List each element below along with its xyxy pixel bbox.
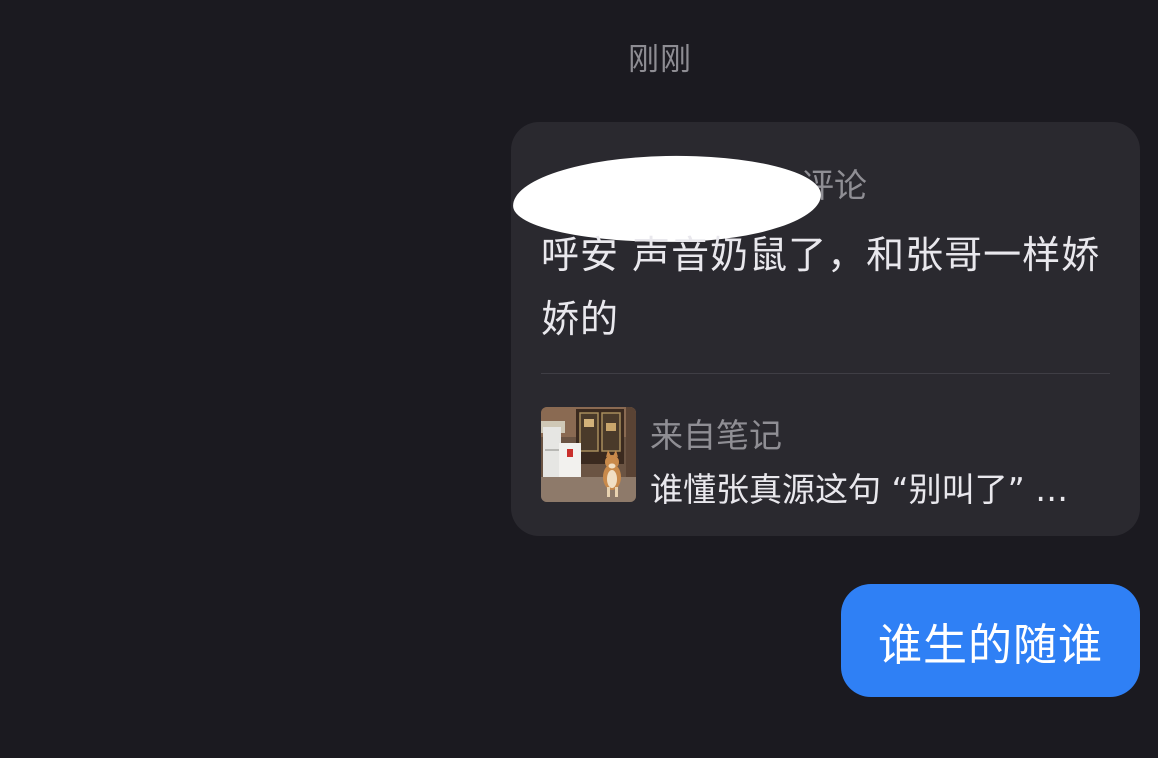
note-thumbnail: [541, 407, 636, 502]
note-source-label: 来自笔记: [650, 416, 782, 455]
comment-card-header: 评论: [511, 150, 1140, 245]
source-note-link[interactable]: 来自笔记 谁懂张真源这句 “别叫了” …: [541, 407, 1116, 509]
comment-text: 呼安 声音奶鼠了，和张哥一样娇娇的: [541, 233, 1101, 341]
card-divider: [541, 373, 1110, 374]
outgoing-message-text: 谁生的随谁: [878, 619, 1103, 671]
shiba-dog-photo-icon: [541, 407, 636, 502]
note-title: 谁懂张真源这句 “别叫了” …: [650, 470, 1069, 509]
chat-screen: 刚刚 评论 呼安 声音奶鼠了，和张哥一样娇娇的 来自笔记 谁懂张真源这句 “别叫…: [0, 0, 1158, 758]
shared-comment-card[interactable]: 评论 呼安 声音奶鼠了，和张哥一样娇娇的 来自笔记 谁懂张真源这句 “别叫了” …: [511, 122, 1140, 536]
message-timestamp: 刚刚: [628, 42, 692, 78]
outgoing-message-bubble[interactable]: 谁生的随谁: [841, 584, 1140, 697]
